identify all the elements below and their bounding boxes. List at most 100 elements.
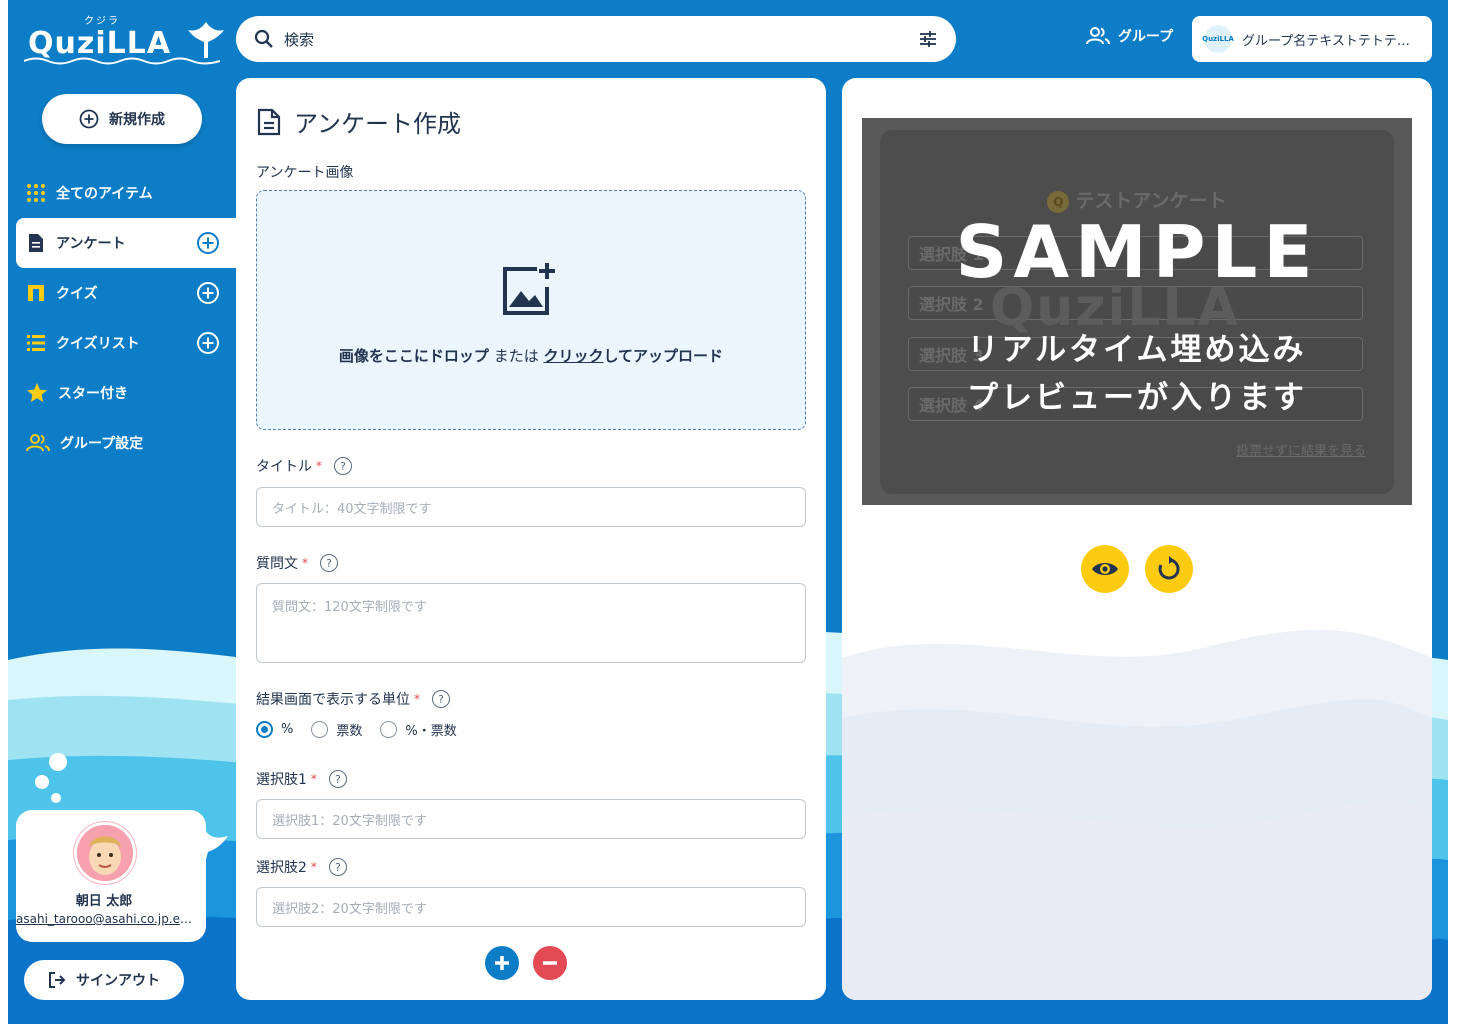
radio-circle[interactable] — [311, 721, 329, 738]
signout-label: サインアウト — [76, 973, 160, 989]
search-icon — [254, 29, 273, 48]
dropzone-click-link[interactable]: クリック — [543, 347, 603, 365]
plus-icon — [495, 956, 509, 970]
help-icon[interactable]: ? — [432, 690, 450, 708]
preview-card: Q テストアンケート 選択肢 1 選択肢 2 選択肢 3 選択肢 4 投票せずに結… — [880, 130, 1394, 494]
choice1-input[interactable]: 選択肢1：20文字制限です — [256, 799, 806, 839]
preview-result-link: 投票せずに結果を見る — [1235, 444, 1366, 459]
group-name-text: グループ名テキストテトテキストテキスト — [1242, 33, 1418, 49]
user-card: 朝日 太郎 asahi_tarooo@asahi.co.jp.example — [16, 810, 206, 942]
document-icon — [29, 234, 43, 252]
help-icon[interactable]: ? — [320, 554, 338, 572]
question-label-text: 質問文 — [256, 556, 298, 572]
choice1-field-label: 選択肢1 *? — [256, 769, 347, 789]
preview-message: リアルタイム埋め込み プレビューが入ります — [862, 326, 1412, 422]
sidebar-item-starred[interactable]: スター付き — [16, 368, 236, 418]
sidebar-item-quiz-list[interactable]: クイズリスト — [16, 318, 236, 368]
add-quiz-icon[interactable] — [196, 281, 220, 305]
add-image-icon — [503, 263, 555, 315]
add-survey-icon[interactable] — [196, 231, 220, 255]
required-mark: * — [302, 556, 308, 570]
choice2-input[interactable]: 選択肢2：20文字制限です — [256, 887, 806, 927]
user-email[interactable]: asahi_tarooo@asahi.co.jp.example — [16, 912, 192, 926]
required-mark: * — [310, 772, 317, 786]
title-field-label: タイトル *? — [256, 456, 352, 476]
user-name: 朝日 太郎 — [75, 894, 133, 909]
app-root: クジラ QuziLLA 検索 グループ QuziLLA グループ名テキストテトテ… — [8, 0, 1448, 1024]
sidebar-item-label: 全てのアイテム — [56, 186, 153, 202]
unit-field-label: 結果画面で表示する単位 *? — [256, 689, 450, 709]
new-create-button[interactable]: 新規作成 — [42, 94, 202, 144]
choice2-label-text: 選択肢2 — [256, 860, 307, 876]
preview-refresh-button[interactable] — [1145, 545, 1193, 593]
signout-button[interactable]: サインアウト — [24, 960, 184, 1000]
group-button-label: グループ — [1118, 29, 1174, 45]
question-textarea[interactable]: 質問文：120文字制限です — [256, 583, 806, 663]
filter-sliders-icon[interactable] — [918, 29, 938, 49]
plus-circle-icon — [79, 109, 99, 129]
user-avatar[interactable] — [74, 822, 136, 884]
sidebar-nav: 全てのアイテム アンケート クイズ クイズリスト スター付き グループ設定 — [16, 168, 236, 468]
image-dropzone[interactable]: 画像をここにドロップ または クリックしてアップロード — [256, 190, 806, 430]
group-icon — [1086, 27, 1110, 45]
help-icon[interactable]: ? — [328, 858, 347, 876]
unit-radio-group: % 票数 %・票数 — [256, 720, 457, 739]
unit-radio-percent[interactable]: % — [256, 720, 293, 739]
help-icon[interactable]: ? — [328, 770, 347, 788]
group-button[interactable]: グループ — [1086, 26, 1173, 46]
unit-label-text: 結果画面で表示する単位 — [256, 692, 410, 708]
preview-title-text: テストアンケート — [1075, 190, 1227, 212]
required-mark: * — [414, 692, 420, 706]
question-field-label: 質問文 *? — [256, 553, 338, 573]
sidebar-item-label: クイズリスト — [56, 336, 140, 352]
help-icon[interactable]: ? — [334, 457, 352, 475]
dropzone-text-upload: してアップロード — [603, 347, 724, 365]
survey-form-panel: アンケート作成 アンケート画像 画像をここにドロップ または クリックしてアップ… — [236, 78, 826, 1000]
quiz-icon — [28, 285, 44, 301]
logout-icon — [49, 972, 66, 988]
sample-label: SAMPLE — [955, 210, 1319, 294]
sidebar-item-quiz[interactable]: クイズ — [16, 268, 236, 318]
image-label: アンケート画像 — [256, 165, 354, 181]
app-logo[interactable]: クジラ QuziLLA — [24, 12, 224, 66]
list-icon — [27, 335, 45, 351]
group-settings-icon — [26, 434, 50, 452]
search-input[interactable]: 検索 — [284, 29, 918, 50]
search-bar[interactable]: 検索 — [236, 16, 956, 62]
document-outline-icon — [257, 108, 281, 135]
radio-circle-selected[interactable] — [256, 721, 273, 738]
sidebar-item-survey[interactable]: アンケート — [16, 218, 236, 268]
minus-icon — [543, 961, 557, 965]
add-quiz-list-icon[interactable] — [196, 331, 220, 355]
page-title: アンケート作成 — [256, 104, 461, 139]
radio-label: % — [281, 722, 294, 737]
refresh-icon — [1158, 556, 1180, 580]
page-title-text: アンケート作成 — [294, 110, 462, 138]
logo-wave — [24, 57, 220, 65]
whale-bubbles — [35, 753, 67, 803]
embed-preview: Q テストアンケート 選択肢 1 選択肢 2 選択肢 3 選択肢 4 投票せずに結… — [862, 118, 1412, 505]
unit-radio-both[interactable]: %・票数 — [380, 720, 457, 739]
logo-kana: クジラ — [84, 16, 120, 27]
whale-tail-decoration — [184, 828, 228, 874]
sidebar-item-label: クイズ — [56, 286, 98, 302]
title-label-text: タイトル — [256, 459, 312, 475]
group-selector[interactable]: QuziLLA グループ名テキストテトテキストテキスト — [1192, 16, 1432, 62]
choice1-label-text: 選択肢1 — [256, 772, 307, 788]
add-choice-button[interactable] — [485, 946, 519, 980]
remove-choice-button[interactable] — [533, 946, 567, 980]
preview-view-button[interactable] — [1081, 545, 1129, 593]
sidebar-item-group-settings[interactable]: グループ設定 — [16, 418, 236, 468]
radio-circle[interactable] — [380, 721, 398, 738]
dropzone-text-drop: 画像をここにドロップ — [338, 347, 489, 365]
new-create-label: 新規作成 — [109, 112, 165, 128]
radio-label: %・票数 — [405, 724, 457, 739]
unit-radio-votes[interactable]: 票数 — [311, 720, 362, 739]
sidebar-item-label: スター付き — [58, 386, 128, 402]
sidebar-item-all-items[interactable]: 全てのアイテム — [16, 168, 236, 218]
preview-question-title: Q テストアンケート — [880, 186, 1394, 213]
star-icon — [27, 383, 47, 402]
group-avatar: QuziLLA — [1202, 25, 1234, 53]
title-input[interactable]: タイトル：40文字制限です — [256, 487, 806, 527]
required-mark: * — [310, 860, 317, 874]
